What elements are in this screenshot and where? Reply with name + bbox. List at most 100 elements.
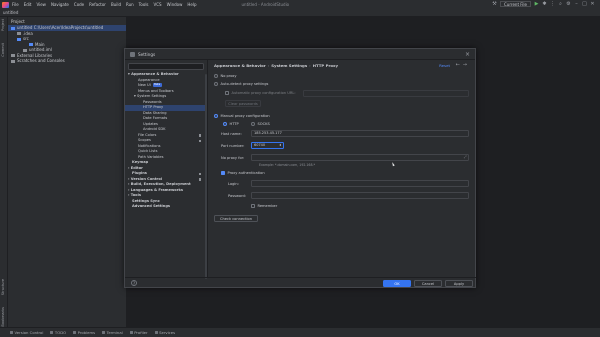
nav-breadcrumb[interactable]: untitled (3, 10, 18, 15)
reset-link[interactable]: Reset (439, 63, 450, 68)
close-window-icon[interactable]: ✕ (590, 1, 595, 7)
minimize-icon[interactable]: – (574, 1, 579, 7)
option-label: Manual proxy configuration (220, 114, 270, 118)
bookmarks-tool-tab[interactable]: Bookmarks (1, 307, 5, 327)
auto-config-checkbox[interactable] (225, 90, 229, 95)
option-label: SOCKS (257, 122, 270, 126)
nav-label: Appearance (138, 77, 160, 82)
nav-label: Version Control (130, 176, 163, 181)
spinner-arrows-icon[interactable]: ⬍ (279, 143, 282, 149)
tree-item-scratches[interactable]: Scratches and Consoles (8, 58, 126, 64)
dialog-footer: ? OK Cancel Apply (125, 277, 476, 288)
menu-build[interactable]: Build (111, 2, 121, 7)
menu-help[interactable]: Help (187, 2, 196, 7)
structure-tool-tab[interactable]: Structure (1, 279, 5, 295)
manual-proxy-radio[interactable] (214, 113, 218, 118)
nav-label: Data Sharing (143, 110, 167, 115)
auto-detect-option[interactable]: Auto-detect proxy settings (214, 81, 268, 86)
no-proxy-option[interactable]: No proxy (214, 73, 237, 78)
settings-nav: ▾ Appearance & Behavior Appearance New U… (125, 60, 208, 279)
breadcrumb-item: System Settings (271, 63, 308, 68)
project-panel-title: Project (11, 18, 25, 24)
search-icon[interactable]: ⌕ (558, 1, 563, 7)
status-label: Version Control (14, 330, 44, 335)
problems-tab[interactable]: Problems (73, 330, 95, 335)
apply-button[interactable]: Apply (445, 280, 473, 287)
host-name-field[interactable]: 185.253.45.177 (251, 130, 469, 137)
beta-badge: Beta (152, 83, 162, 87)
auto-config-checkbox-row[interactable]: Automatic proxy configuration URL: (225, 90, 296, 95)
manual-proxy-option[interactable]: Manual proxy configuration (214, 113, 270, 118)
tree-label: untitled.iml (29, 47, 52, 52)
nav-label: Date Formats (143, 116, 168, 120)
socks-option[interactable]: SOCKS (251, 121, 270, 126)
proxy-auth-checkbox[interactable] (221, 170, 225, 175)
option-label: Automatic proxy configuration URL: (231, 91, 296, 95)
port-number-spinner[interactable]: 60740 ⬍ (251, 142, 284, 149)
forward-arrow-icon[interactable]: → (463, 62, 470, 68)
remember-checkbox[interactable] (251, 203, 255, 208)
password-label: Password: (228, 194, 246, 198)
debug-icon[interactable]: ✱ (542, 1, 547, 7)
back-arrow-icon[interactable]: ← (456, 62, 463, 68)
ok-button[interactable]: OK (383, 280, 411, 287)
menu-file[interactable]: File (12, 2, 19, 7)
tree-label: .idea (23, 30, 33, 36)
settings-icon[interactable]: ⚙ (566, 1, 571, 7)
run-config-selector[interactable]: Current File (500, 1, 531, 7)
window-title: untitled - AndroidStudio (241, 2, 290, 7)
close-icon[interactable]: × (465, 51, 470, 58)
password-field[interactable] (251, 192, 469, 199)
nav-scrollbar[interactable] (205, 74, 207, 279)
nav-label: Android SDK (143, 127, 166, 131)
menu-refactor[interactable]: Refactor (89, 2, 106, 7)
auto-detect-radio[interactable] (214, 81, 218, 86)
services-tab[interactable]: Services (154, 330, 175, 335)
folder-icon (17, 32, 21, 35)
status-bar: Version Control TODO Problems Terminal P… (0, 327, 600, 337)
project-tool-tab[interactable]: Project (1, 19, 5, 31)
nav-advanced-settings[interactable]: Advanced Settings (125, 204, 207, 210)
http-option[interactable]: HTTP (223, 121, 239, 126)
proxy-auth-row[interactable]: Proxy authentication (221, 170, 265, 175)
menu-edit[interactable]: Edit (24, 2, 32, 7)
clear-passwords-button[interactable]: Clear passwords (225, 100, 261, 107)
help-icon[interactable]: ? (131, 280, 137, 286)
app-icon (130, 51, 135, 57)
check-connection-button[interactable]: Check connection (214, 215, 258, 222)
settings-search-input[interactable] (128, 63, 204, 70)
menu-window[interactable]: Window (167, 2, 183, 7)
run-icon[interactable]: ▶ (534, 1, 539, 7)
tree-label: untitled C:\Users\Acer\IdeaProjects\unti… (17, 25, 104, 30)
no-proxy-for-field[interactable]: ⤢ (251, 154, 469, 161)
profiler-tab[interactable]: Profiler (129, 330, 148, 335)
nav-label: Settings Sync (132, 198, 160, 203)
socks-radio[interactable] (251, 121, 255, 126)
menu-tools[interactable]: Tools (139, 2, 149, 7)
commit-tool-tab[interactable]: Commit (1, 43, 5, 57)
hammer-icon[interactable]: ⚒ (492, 1, 497, 7)
menu-navigate[interactable]: Navigate (51, 2, 69, 7)
navigation-bar: untitled (0, 9, 600, 17)
menu-view[interactable]: View (36, 2, 46, 7)
nav-label: Advanced Settings (132, 204, 171, 208)
page-breadcrumb: Appearance & Behavior › System Settings › HT… (214, 63, 339, 68)
login-field[interactable] (251, 180, 469, 187)
version-control-tab[interactable]: Version Control (10, 330, 43, 335)
folder-icon (11, 26, 15, 30)
more-icon[interactable]: ⋮ (550, 1, 555, 7)
port-number-label: Port number: (221, 144, 245, 148)
cancel-button[interactable]: Cancel (414, 280, 442, 287)
http-radio[interactable] (223, 121, 227, 126)
menu-code[interactable]: Code (74, 2, 84, 7)
maximize-icon[interactable]: □ (582, 1, 587, 7)
auto-config-url-field[interactable] (303, 90, 469, 97)
no-proxy-radio[interactable] (214, 73, 218, 78)
remember-row[interactable]: Remember (251, 203, 277, 208)
terminal-tab[interactable]: Terminal (102, 330, 123, 335)
expand-icon[interactable]: ⤢ (464, 155, 467, 161)
menu-run[interactable]: Run (126, 2, 134, 7)
project-panel-header[interactable]: Project (8, 17, 126, 25)
menu-vcs[interactable]: VCS (154, 2, 162, 7)
todo-tab[interactable]: TODO (50, 330, 66, 335)
